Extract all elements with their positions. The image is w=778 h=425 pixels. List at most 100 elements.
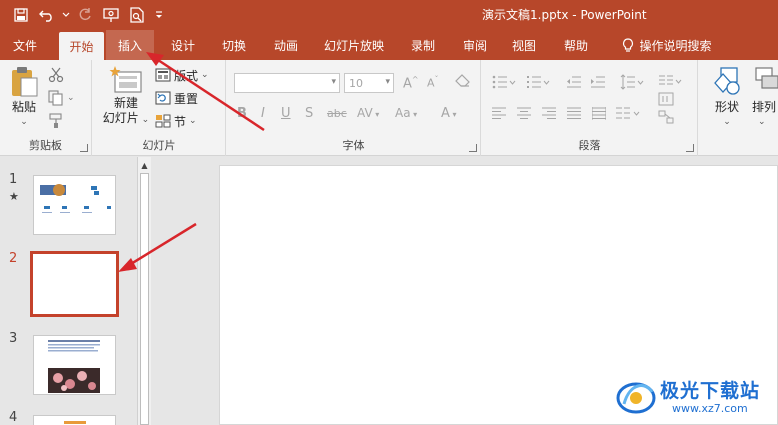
chevron-down-icon: ⌄ (138, 115, 150, 125)
align-center-icon[interactable] (517, 107, 531, 120)
tab-design[interactable]: 设计 (164, 30, 202, 60)
clipboard-group: 粘贴 ⌄ ⌄ 剪贴板 (0, 60, 92, 156)
font-dialog-launcher[interactable] (469, 144, 477, 152)
slide-4-preview (64, 421, 86, 424)
clear-formatting-button[interactable] (455, 73, 471, 93)
columns-icon[interactable] (658, 74, 682, 90)
scrollbar-thumb[interactable] (140, 173, 149, 425)
reset-icon (155, 91, 171, 105)
slide-thumbnail-3[interactable] (33, 335, 116, 395)
scissors-icon (48, 67, 64, 83)
undo-icon (39, 10, 52, 22)
redo-button[interactable] (72, 0, 98, 30)
slide-number-3: 3 (9, 331, 18, 346)
numbering-icon[interactable] (526, 75, 550, 89)
slide-1-preview (40, 184, 111, 213)
chevron-down-icon: ⌄ (67, 93, 75, 103)
justify-icon[interactable] (567, 107, 581, 120)
line-spacing-icon[interactable] (620, 74, 644, 90)
underline-button[interactable]: U (281, 106, 291, 121)
lightbulb-icon (623, 37, 634, 52)
arrange-button[interactable]: 排列 ⌄ (752, 66, 778, 130)
tab-help[interactable]: 帮助 (556, 30, 596, 60)
format-painter-button[interactable] (48, 112, 64, 130)
bold-button[interactable]: B (237, 106, 247, 121)
slide-1-transition-marker: ★ (9, 190, 19, 203)
bullets-icon[interactable] (492, 75, 516, 89)
section-icon (155, 114, 171, 128)
distributed-icon[interactable] (592, 107, 606, 120)
save-button[interactable] (8, 0, 34, 30)
slideshow-icon (103, 8, 119, 22)
change-case-button[interactable]: Aa ▾ (395, 106, 417, 120)
slide-number-1: 1 (9, 172, 18, 187)
section-button[interactable]: 节 ⌄ (155, 112, 197, 130)
column-layout-icon[interactable] (616, 107, 640, 120)
chevron-down-icon: ⌄ (201, 70, 209, 80)
font-group: ▾ 10 ▾ A^ Aˇ B I U S abc AV ▾ Aa ▾ A ▾ 字… (227, 60, 481, 156)
new-slide-label-1: 新建 (113, 96, 138, 110)
chevron-down-icon: ⌄ (20, 117, 28, 127)
layout-button[interactable]: 版式 ⌄ (155, 66, 209, 84)
tell-me-search[interactable]: 操作说明搜索 (612, 30, 722, 60)
align-right-icon[interactable] (542, 107, 556, 120)
tab-record[interactable]: 录制 (403, 30, 443, 60)
chevron-down-icon: ⌄ (189, 116, 197, 126)
tab-animations[interactable]: 动画 (266, 30, 306, 60)
tab-transitions[interactable]: 切换 (214, 30, 254, 60)
font-size-combo[interactable]: 10 ▾ (344, 73, 394, 93)
slide-3-preview (48, 340, 100, 393)
chevron-down-icon: ⌄ (758, 117, 766, 127)
tab-insert[interactable]: 插入 (106, 30, 154, 60)
clipboard-icon (12, 67, 38, 97)
font-color-button[interactable]: A ▾ (441, 106, 456, 121)
tell-me-label: 操作说明搜索 (639, 38, 712, 53)
paste-button[interactable]: 粘贴 ⌄ (6, 66, 42, 130)
tab-view[interactable]: 视图 (504, 30, 544, 60)
undo-dropdown[interactable] (60, 0, 72, 30)
tab-review[interactable]: 审阅 (455, 30, 495, 60)
chevron-down-icon (62, 12, 70, 17)
customize-icon (156, 11, 162, 18)
reset-button[interactable]: 重置 (155, 89, 198, 107)
cut-button[interactable] (48, 66, 64, 84)
shapes-button[interactable]: 形状 ⌄ (707, 66, 747, 130)
present-from-start-button[interactable] (98, 0, 124, 30)
copy-icon (48, 90, 63, 106)
italic-button[interactable]: I (261, 106, 265, 121)
window-title: 演示文稿1.pptx - PowerPoint (482, 8, 647, 22)
print-preview-button[interactable] (124, 0, 150, 30)
slide-thumbnail-1[interactable] (33, 175, 116, 235)
strikethrough-button[interactable]: abc (327, 107, 347, 120)
new-slide-button[interactable]: 新建 幻灯片 ⌄ (101, 66, 151, 128)
character-spacing-button[interactable]: AV ▾ (357, 106, 379, 120)
slide-thumbnail-4[interactable] (33, 415, 116, 425)
increase-indent-icon[interactable] (590, 75, 606, 89)
increase-font-size-button[interactable]: A^ (403, 75, 419, 91)
tab-file[interactable]: 文件 (0, 30, 50, 60)
shadow-button[interactable]: S (305, 106, 313, 121)
save-icon (14, 8, 28, 22)
section-label: 节 (174, 114, 187, 129)
clipboard-dialog-launcher[interactable] (80, 144, 88, 152)
preview-icon (130, 7, 144, 23)
font-name-combo[interactable]: ▾ (234, 73, 340, 93)
text-direction-icon[interactable] (658, 92, 674, 106)
slide-thumbnail-2[interactable] (30, 251, 119, 317)
paste-label: 粘贴 (11, 100, 36, 114)
align-left-icon[interactable] (492, 107, 506, 120)
reset-label: 重置 (174, 91, 199, 106)
tab-slideshow[interactable]: 幻灯片放映 (318, 30, 390, 60)
decrease-indent-icon[interactable] (566, 75, 582, 89)
thumbnail-scrollbar[interactable]: ▲ (137, 157, 151, 425)
undo-button[interactable] (34, 0, 60, 30)
paragraph-dialog-launcher[interactable] (686, 144, 694, 152)
eraser-icon (455, 74, 470, 87)
customize-toolbar-button[interactable] (150, 0, 168, 30)
smartart-icon[interactable] (658, 110, 674, 124)
tab-home[interactable]: 开始 (59, 32, 104, 60)
decrease-font-size-button[interactable]: Aˇ (427, 75, 439, 90)
copy-button[interactable]: ⌄ (48, 89, 75, 107)
redo-icon (79, 8, 91, 21)
scroll-up-arrow-icon[interactable]: ▲ (138, 159, 151, 171)
